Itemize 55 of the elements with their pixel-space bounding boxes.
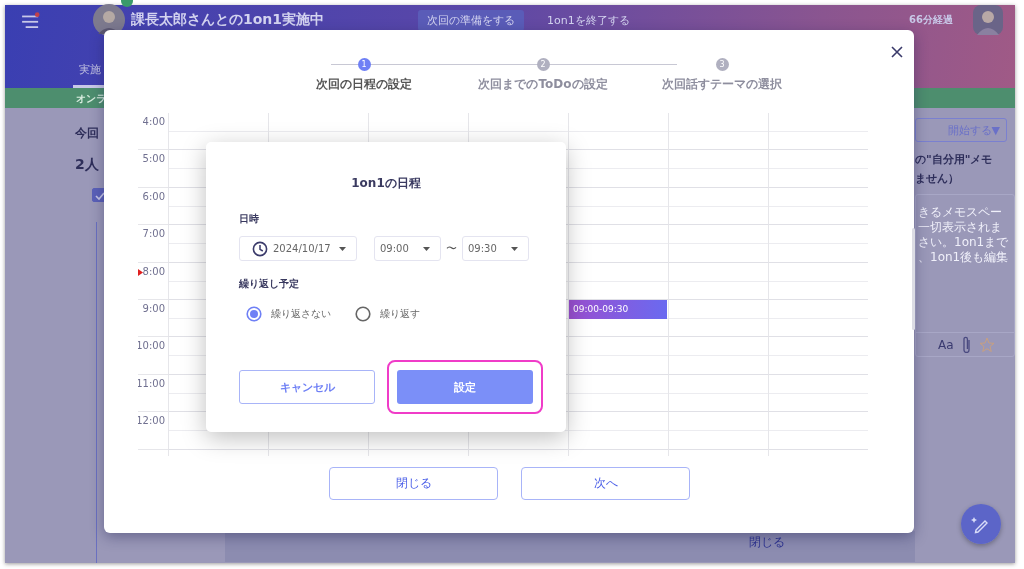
radio-button[interactable] [246, 306, 262, 322]
dialog-button[interactable]: 次へ [521, 467, 690, 500]
memo-text: さい。1on1まで [918, 235, 1010, 250]
time-label: 11:00 [138, 377, 165, 389]
close-button[interactable]: 閉じる [749, 534, 785, 551]
session-title: 課長太郎さんとの1on1実施中 [131, 11, 326, 29]
cancel-button[interactable]: キャンセル [239, 370, 375, 404]
time-field[interactable]: 09:30 [462, 236, 529, 261]
clock-icon [252, 240, 268, 257]
time-label: 10:00 [138, 340, 165, 352]
caret-icon [511, 246, 518, 251]
section-heading: 2人 [75, 156, 99, 174]
scrollbar[interactable] [912, 228, 915, 330]
paperclip-icon[interactable] [961, 336, 971, 353]
memo-text: きるメモスペー [918, 205, 1003, 220]
field-label: 繰り返し予定 [239, 277, 300, 291]
time-label: 7:00 [142, 228, 165, 240]
radio-button[interactable] [355, 306, 371, 322]
star-icon[interactable] [978, 336, 995, 353]
time-label: 9:00 [142, 302, 165, 314]
field-value: 09:30 [468, 243, 498, 254]
time-label: 12:00 [138, 415, 165, 427]
step-number: 2 [536, 58, 550, 71]
close-icon[interactable] [891, 46, 903, 58]
dialog-button[interactable]: 閉じる [329, 467, 498, 500]
time-label: 5:00 [142, 153, 165, 165]
dialog-title: 1on1の日程 [350, 175, 422, 192]
step-number: 3 [715, 58, 729, 71]
confirm-button[interactable]: 設定 [397, 370, 533, 404]
memo-title: の"自分用"メモ [915, 152, 994, 167]
time-label: 4:00 [142, 116, 165, 127]
section-heading: 今回 [75, 125, 99, 142]
field-label: 日時 [239, 212, 260, 226]
radio-label: 繰り返さない [271, 307, 331, 321]
date-field[interactable]: 2024/10/17 [239, 236, 357, 261]
field-value: 09:00 [380, 243, 410, 254]
time-label: 6:00 [142, 190, 165, 202]
memo-text: 一切表示されま [918, 220, 1003, 235]
caret-icon [423, 246, 430, 251]
memo-text: 、1on1後も編集 [918, 250, 1010, 265]
edit-button[interactable] [961, 504, 1001, 544]
header-button[interactable]: 1on1を終了する [538, 9, 639, 31]
menu-icon[interactable] [21, 12, 41, 28]
step-number: 1 [357, 58, 371, 71]
time-label: 8:00 [142, 265, 165, 277]
field-value: 2024/10/17 [273, 243, 332, 254]
elapsed-time: 66分経過 [909, 13, 953, 27]
radio-label: 繰り返す [380, 307, 420, 321]
avatar [973, 5, 1003, 35]
header-button[interactable]: 次回の準備をする [418, 9, 524, 31]
memo-title: ません） [915, 171, 960, 186]
font-button[interactable]: Aa [938, 337, 954, 352]
time-field[interactable]: 09:00 [374, 236, 441, 261]
caret-icon [339, 246, 346, 251]
range-separator: 〜 [446, 241, 457, 256]
